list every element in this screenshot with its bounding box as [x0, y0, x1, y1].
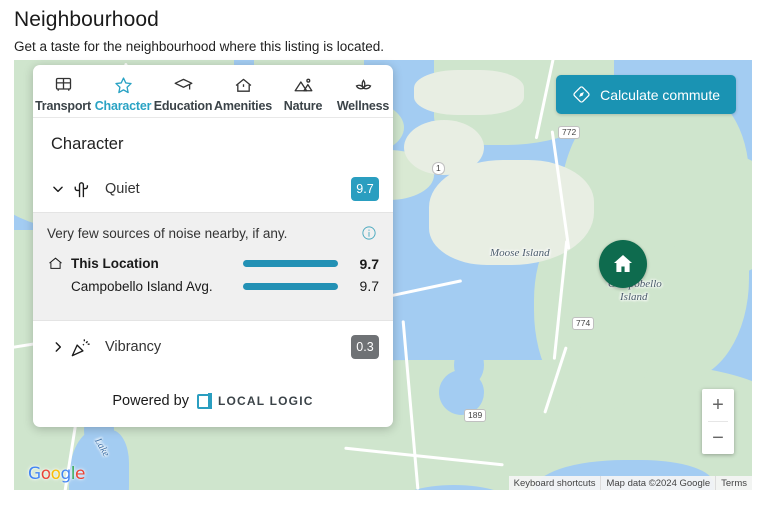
page-subtitle: Get a taste for the neighbourhood where … — [14, 39, 384, 54]
bar-value: 9.7 — [359, 255, 379, 272]
zoom-out-button[interactable]: − — [702, 422, 734, 454]
map-data-copyright: Map data ©2024 Google — [600, 476, 715, 490]
home-marker-icon[interactable] — [599, 240, 647, 288]
map-attribution: Keyboard shortcuts Map data ©2024 Google… — [508, 476, 752, 490]
info-circle-icon[interactable] — [361, 225, 377, 241]
map-urban-area — [414, 70, 524, 115]
route-shield: 1 — [432, 162, 445, 175]
panel-local-logic-brand: LOCAL LOGIC — [196, 393, 314, 409]
keyboard-shortcuts-link[interactable]: Keyboard shortcuts — [509, 476, 601, 490]
terms-link[interactable]: Terms — [715, 476, 752, 490]
bar-label-group: This Location — [47, 255, 243, 272]
map-label-campobello-2: Island — [620, 291, 648, 303]
panel-item-quiet-detail: Very few sources of noise nearby, if any… — [33, 212, 393, 321]
star-icon — [113, 74, 134, 96]
panel-powered-by-label: Powered by — [112, 393, 189, 409]
bar-track — [243, 282, 341, 290]
tab-nature-label: Nature — [283, 99, 323, 113]
tab-amenities[interactable]: Amenities — [213, 74, 273, 113]
tab-education-label: Education — [153, 99, 213, 113]
tab-character[interactable]: Character — [93, 74, 153, 113]
detail-description: Very few sources of noise nearby, if any… — [47, 225, 288, 241]
panel-item-vibrancy-score: 0.3 — [351, 335, 379, 359]
panel-item-quiet-label: Quiet — [105, 181, 140, 197]
bar-value: 9.7 — [359, 278, 379, 294]
map-label-moose-island: Moose Island — [490, 247, 550, 259]
calculate-commute-button[interactable]: Calculate commute — [556, 75, 736, 114]
detail-bar-area-average: Campobello Island Avg. 9.7 — [47, 278, 379, 294]
bar-fill — [243, 260, 339, 267]
home-glyph — [614, 255, 632, 272]
tab-nature[interactable]: Nature — [273, 74, 333, 113]
map-zoom-controls[interactable]: + − — [702, 389, 734, 454]
bus-icon — [53, 74, 74, 96]
lotus-icon — [353, 74, 374, 96]
google-logo: Google — [28, 464, 85, 484]
tab-wellness-label: Wellness — [336, 99, 390, 113]
tab-character-label: Character — [94, 99, 152, 113]
detail-description-row: Very few sources of noise nearby, if any… — [47, 225, 379, 241]
panel-item-vibrancy-label: Vibrancy — [105, 339, 162, 355]
compass-diamond-icon — [573, 86, 590, 103]
detail-bar-this-location: This Location 9.7 — [47, 255, 379, 272]
graduation-cap-icon — [173, 74, 194, 96]
panel-item-quiet[interactable]: Quiet 9.7 — [33, 168, 393, 212]
route-shield: 774 — [572, 317, 595, 330]
panel-heading: Character — [51, 135, 124, 153]
cactus-icon — [69, 178, 103, 201]
house-icon — [233, 74, 254, 96]
calculate-commute-label: Calculate commute — [600, 86, 720, 103]
bar-label: Campobello Island Avg. — [71, 278, 213, 294]
home-outline-icon — [47, 255, 71, 272]
tab-wellness[interactable]: Wellness — [333, 74, 393, 113]
bar-label: This Location — [71, 256, 159, 271]
zoom-in-button[interactable]: + — [702, 389, 734, 421]
page-title: Neighbourhood — [14, 8, 159, 31]
confetti-icon — [69, 336, 103, 359]
page-header: Neighbourhood Get a taste for the neighb… — [0, 0, 768, 56]
route-shield: 189 — [464, 409, 487, 422]
map-landmass — [669, 155, 752, 275]
panel-item-quiet-score: 9.7 — [351, 177, 379, 201]
chevron-right-icon[interactable] — [47, 340, 69, 354]
local-logic-panel[interactable]: Transport Character Education Amenities … — [33, 65, 393, 427]
bar-fill — [243, 282, 339, 290]
panel-item-vibrancy[interactable]: Vibrancy 0.3 — [33, 321, 393, 371]
tab-transport-label: Transport — [35, 99, 91, 113]
bar-label-group: Campobello Island Avg. — [47, 279, 243, 294]
local-logic-wordmark: LOCAL LOGIC — [217, 394, 314, 408]
chevron-down-icon[interactable] — [47, 182, 69, 196]
panel-tabs[interactable]: Transport Character Education Amenities … — [33, 65, 393, 118]
map-pond — [454, 345, 484, 385]
route-shield: 772 — [558, 126, 581, 139]
tab-amenities-label: Amenities — [214, 99, 272, 113]
tab-education[interactable]: Education — [153, 74, 213, 113]
mountains-icon — [293, 74, 314, 96]
bar-track — [243, 260, 341, 267]
panel-footer: Powered by LOCAL LOGIC — [33, 371, 393, 427]
local-logic-mark-icon — [196, 393, 213, 409]
tab-transport[interactable]: Transport — [33, 74, 93, 113]
